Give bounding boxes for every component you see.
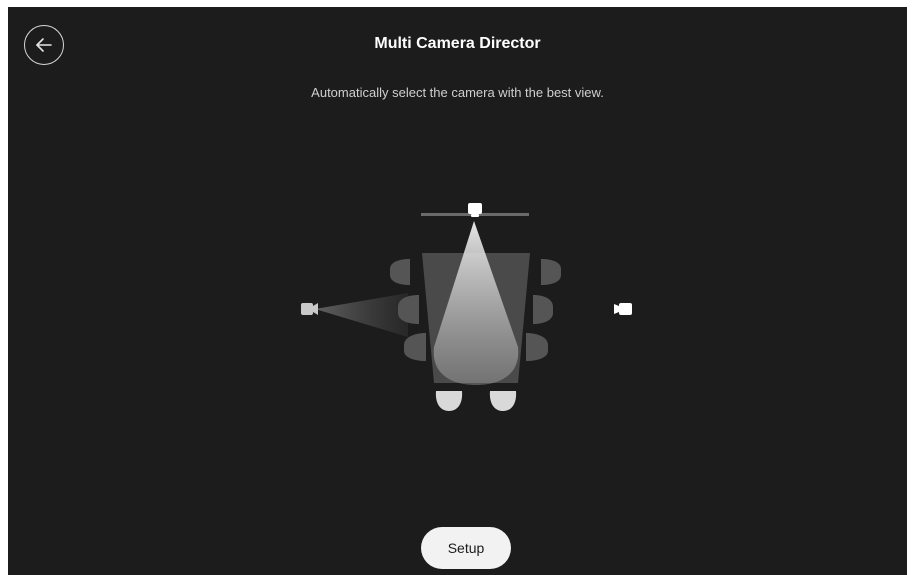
chair-right-1 <box>541 259 561 285</box>
chair-bottom-right <box>489 391 517 411</box>
left-camera-beam <box>315 293 408 337</box>
multi-camera-director-screen: Multi Camera Director Automatically sele… <box>8 7 907 575</box>
chair-left-1 <box>390 259 410 285</box>
chair-right-3 <box>526 333 548 361</box>
setup-button[interactable]: Setup <box>421 527 511 569</box>
chair-bottom-left <box>435 391 463 411</box>
chair-right-2 <box>533 295 553 324</box>
left-camera-icon <box>301 303 318 315</box>
right-camera-icon <box>614 303 632 315</box>
chair-left-3 <box>404 333 426 361</box>
room-illustration <box>301 203 632 411</box>
